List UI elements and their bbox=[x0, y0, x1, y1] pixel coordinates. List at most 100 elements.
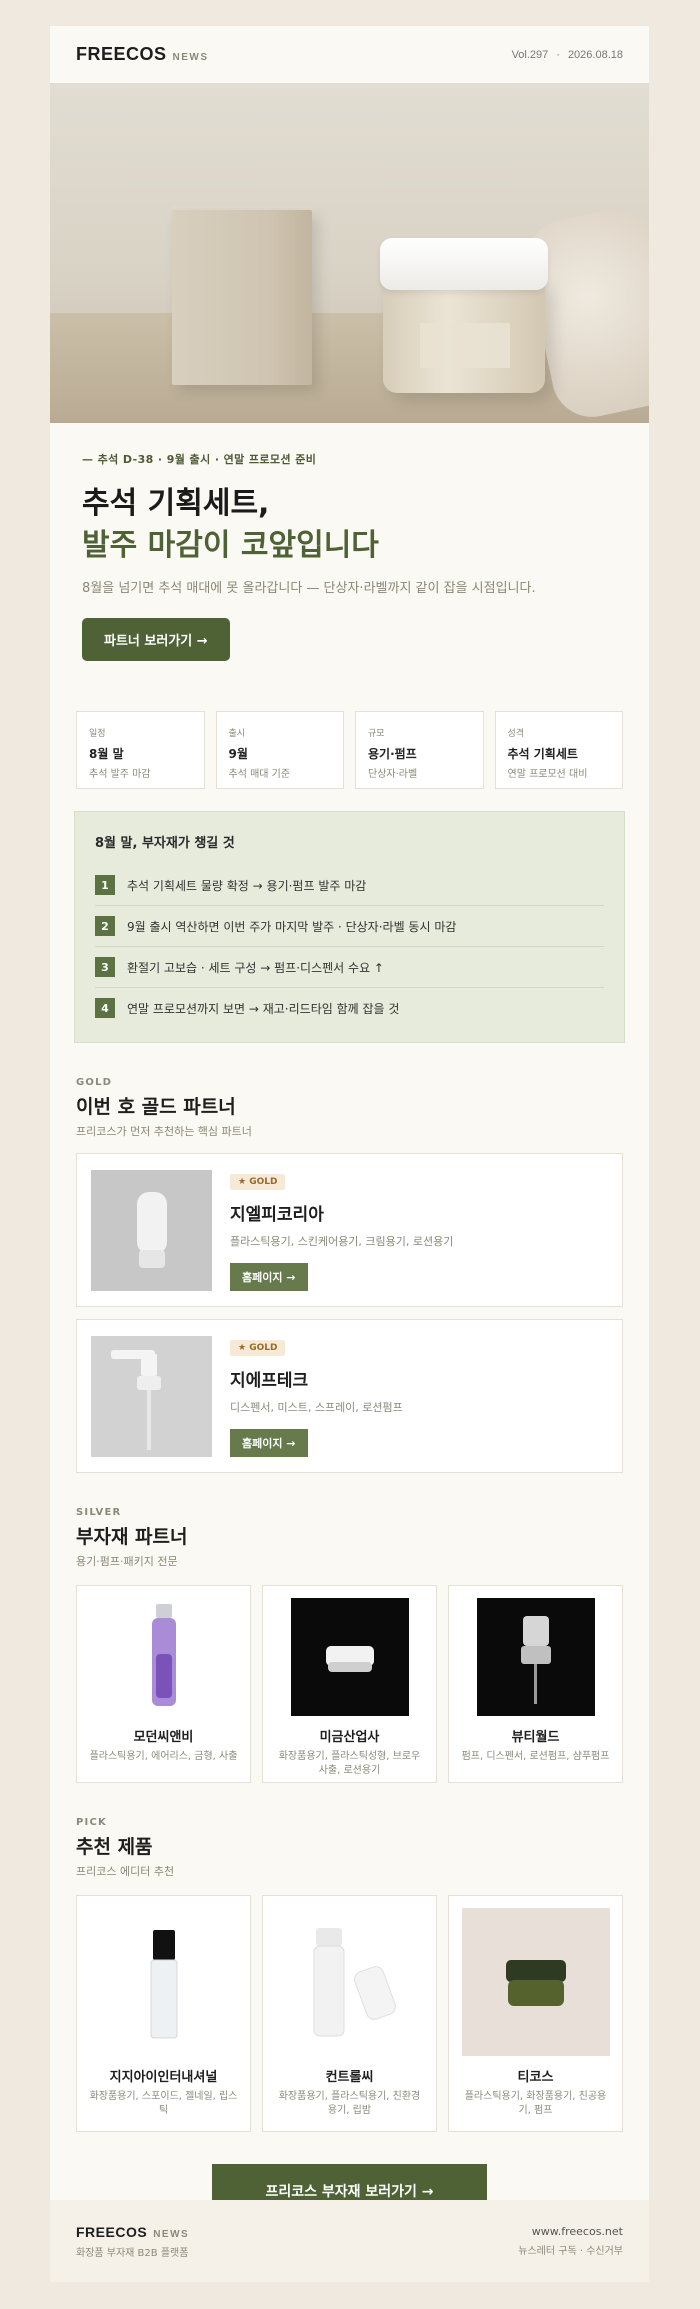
section-subtitle: 프리코스 에디터 추천 bbox=[76, 1865, 175, 1878]
headline-line1: 추석 기획세트, bbox=[82, 486, 270, 521]
stats-row: 일정 8월 말 추석 발주 마감 출시 9월 추석 매대 기준 규모 용기·펌프… bbox=[50, 687, 649, 789]
hero-image bbox=[50, 83, 649, 423]
partner-name: 지엘피코리아 bbox=[230, 1205, 324, 1225]
gold-card-body: ★ GOLD 지에프테크 디스펜서, 미스트, 스프레이, 로션펌프 홈페이지 … bbox=[230, 1335, 403, 1457]
stat-key: 성격 bbox=[507, 729, 525, 739]
pump-icon bbox=[91, 1335, 212, 1457]
stat-card: 일정 8월 말 추석 발주 마감 bbox=[76, 711, 205, 789]
footer: FREECOS NEWS 화장품 부자재 B2B 플랫폼 www.freecos.… bbox=[50, 2200, 649, 2282]
footer-brand-block: FREECOS NEWS 화장품 부자재 B2B 플랫폼 bbox=[76, 2224, 189, 2259]
hero-jar-lid bbox=[380, 238, 548, 290]
footer-tagline: 화장품 부자재 B2B 플랫폼 bbox=[76, 2247, 189, 2259]
pick-grid: 지지아이인터내셔널 화장품용기, 스포이드, 젤네일, 립스틱 컨트롤씨 화장품… bbox=[76, 1895, 623, 2132]
gold-section: GOLD 이번 호 골드 파트너 프리코스가 먼저 추천하는 핵심 파트너 ★ … bbox=[50, 1043, 649, 1473]
product-image bbox=[104, 1598, 223, 1716]
stat-card: 성격 추석 기획세트 연말 프로모션 대비 bbox=[494, 711, 623, 789]
intro-section: — 추석 D-38 · 9월 출시 · 연말 프로모션 준비 추석 기획세트, … bbox=[50, 423, 649, 687]
product-image bbox=[89, 1908, 238, 2056]
headline-line2: 발주 마감이 코앞입니다 bbox=[82, 528, 379, 563]
checklist-text: 9월 출시 역산하면 이번 주가 마지막 발주 · 단상자·라벨 동시 마감 bbox=[127, 919, 457, 934]
brand-logo[interactable]: FREECOS NEWS bbox=[76, 44, 209, 65]
stat-card: 출시 9월 추석 매대 기준 bbox=[215, 711, 344, 789]
partner-categories: 펌프, 디스펜서, 로션펌프, 샴푸펌프 bbox=[461, 1751, 610, 1762]
silver-partner-tile[interactable]: 뷰티월드 펌프, 디스펜서, 로션펌프, 샴푸펌프 bbox=[448, 1585, 623, 1783]
product-image bbox=[91, 1335, 212, 1457]
newsletter-card: FREECOS NEWS Vol.297 · 2026.08.18 — 추석 D-… bbox=[50, 26, 649, 2282]
section-title: 부자재 파트너 bbox=[76, 1526, 188, 1548]
product-image bbox=[275, 1908, 424, 2056]
pick-product-tile[interactable]: 티코스 플라스틱용기, 화장품용기, 친공용기, 펌프 bbox=[448, 1895, 623, 2132]
homepage-button[interactable]: 홈페이지 → bbox=[230, 1429, 308, 1457]
stat-value: 8월 말 bbox=[89, 747, 124, 761]
stat-sub: 추석 발주 마감 bbox=[89, 769, 151, 780]
product-name: 컨트롤씨 bbox=[325, 2070, 374, 2085]
gold-partner-card: ★ GOLD 지엘피코리아 플라스틱용기, 스킨케어용기, 크림용기, 로션용기… bbox=[76, 1153, 623, 1307]
product-name: 지지아이인터내셔널 bbox=[109, 2070, 218, 2085]
issue-volume: Vol.297 bbox=[511, 48, 549, 61]
silver-partner-tile[interactable]: 모던씨앤비 플라스틱용기, 에어리스, 금형, 사출 bbox=[76, 1585, 251, 1783]
partner-categories: 플라스틱용기, 스킨케어용기, 크림용기, 로션용기 bbox=[230, 1235, 454, 1248]
partner-categories: 디스펜서, 미스트, 스프레이, 로션펌프 bbox=[230, 1401, 403, 1414]
stat-sub: 추석 매대 기준 bbox=[228, 769, 291, 780]
checklist-item: 4 연말 프로모션까지 보면 → 재고·리드타임 함께 잡을 것 bbox=[95, 988, 604, 1028]
section-subtitle: 프리코스가 먼저 추천하는 핵심 파트너 bbox=[76, 1125, 252, 1138]
partner-name: 모던씨앤비 bbox=[133, 1730, 194, 1745]
partner-button[interactable]: 파트너 보러가기 → bbox=[82, 618, 230, 661]
checklist-number: 2 bbox=[95, 916, 115, 936]
partner-name: 지에프테크 bbox=[230, 1371, 309, 1391]
gold-card-body: ★ GOLD 지엘피코리아 플라스틱용기, 스킨케어용기, 크림용기, 로션용기… bbox=[230, 1169, 453, 1291]
stat-key: 일정 bbox=[89, 729, 106, 739]
footer-subscribe-links[interactable]: 뉴스레터 구독 · 수신거부 bbox=[518, 2242, 623, 2257]
checklist-number: 4 bbox=[95, 998, 115, 1018]
stat-key: 출시 bbox=[228, 729, 246, 739]
section-label: PICK bbox=[76, 1817, 107, 1828]
stat-sub: 단상자·라벨 bbox=[368, 769, 418, 780]
spray-pump-icon bbox=[476, 1598, 595, 1716]
issue-date: 2026.08.18 bbox=[567, 48, 623, 61]
footer-brand-sub: NEWS bbox=[153, 2228, 190, 2240]
product-image bbox=[476, 1598, 595, 1716]
checklist-item: 3 환절기 고보습 · 세트 구성 → 펌프·디스펜서 수요 ↑ bbox=[95, 947, 604, 988]
checklist-item: 2 9월 출시 역산하면 이번 주가 마지막 발주 · 단상자·라벨 동시 마감 bbox=[95, 906, 604, 947]
product-categories: 화장품용기, 플라스틱용기, 친환경용기, 립밤 bbox=[278, 2091, 421, 2116]
green-jar-icon bbox=[461, 1908, 610, 2056]
product-categories: 플라스틱용기, 화장품용기, 친공용기, 펌프 bbox=[464, 2091, 607, 2116]
pick-product-tile[interactable]: 지지아이인터내셔널 화장품용기, 스포이드, 젤네일, 립스틱 bbox=[76, 1895, 251, 2132]
meta-separator: · bbox=[556, 48, 560, 61]
checklist-number: 1 bbox=[95, 875, 115, 895]
jar-icon bbox=[290, 1598, 409, 1716]
homepage-button[interactable]: 홈페이지 → bbox=[230, 1263, 308, 1291]
checklist-text: 추석 기획세트 물량 확정 → 용기·펌프 발주 마감 bbox=[127, 878, 367, 893]
checklist-number: 3 bbox=[95, 957, 115, 977]
partner-name: 뷰티월드 bbox=[511, 1730, 560, 1745]
stat-value: 용기·펌프 bbox=[368, 747, 417, 761]
pick-product-tile[interactable]: 컨트롤씨 화장품용기, 플라스틱용기, 친환경용기, 립밤 bbox=[262, 1895, 437, 2132]
hero-jar-label bbox=[420, 323, 510, 368]
checklist-text: 환절기 고보습 · 세트 구성 → 펌프·디스펜서 수요 ↑ bbox=[127, 960, 384, 975]
gold-partner-card: ★ GOLD 지에프테크 디스펜서, 미스트, 스프레이, 로션펌프 홈페이지 … bbox=[76, 1319, 623, 1473]
product-image bbox=[290, 1598, 409, 1716]
hero-paper-box bbox=[172, 210, 312, 385]
footer-site-link[interactable]: www.freecos.net bbox=[518, 2225, 623, 2238]
issue-meta: Vol.297 · 2026.08.18 bbox=[512, 49, 623, 61]
gold-badge: ★ GOLD bbox=[230, 1174, 286, 1190]
brand-sub: NEWS bbox=[172, 52, 209, 63]
tagline: — 추석 D-38 · 9월 출시 · 연말 프로모션 준비 bbox=[82, 453, 317, 466]
checklist-text: 연말 프로모션까지 보면 → 재고·리드타임 함께 잡을 것 bbox=[127, 1001, 400, 1016]
stat-value: 추석 기획세트 bbox=[507, 747, 578, 761]
intro-description: 8월을 넘기면 추석 매대에 못 올라갑니다 — 단상자·라벨까지 같이 잡을 … bbox=[82, 581, 536, 596]
pick-section: PICK 추천 제품 프리코스 에디터 추천 지지아이인터내셔널 화장품용기, … bbox=[50, 1783, 649, 2132]
gold-badge: ★ GOLD bbox=[230, 1340, 286, 1356]
bottle-icon bbox=[91, 1169, 212, 1291]
partner-categories: 화장품용기, 플라스틱성형, 브로우사출, 로션용기 bbox=[278, 1751, 421, 1776]
silver-partner-tile[interactable]: 미금산업사 화장품용기, 플라스틱성형, 브로우사출, 로션용기 bbox=[262, 1585, 437, 1783]
section-label: SILVER bbox=[76, 1507, 122, 1518]
section-subtitle: 용기·펌프·패키지 전문 bbox=[76, 1555, 178, 1568]
section-title: 이번 호 골드 파트너 bbox=[76, 1096, 236, 1118]
product-image bbox=[91, 1169, 212, 1291]
stat-sub: 연말 프로모션 대비 bbox=[507, 769, 588, 780]
partner-categories: 플라스틱용기, 에어리스, 금형, 사출 bbox=[89, 1751, 238, 1762]
section-label: GOLD bbox=[76, 1077, 113, 1088]
footer-links-block: www.freecos.net 뉴스레터 구독 · 수신거부 bbox=[518, 2225, 623, 2257]
silver-grid: 모던씨앤비 플라스틱용기, 에어리스, 금형, 사출 미금산업사 화장품용기, … bbox=[76, 1585, 623, 1783]
